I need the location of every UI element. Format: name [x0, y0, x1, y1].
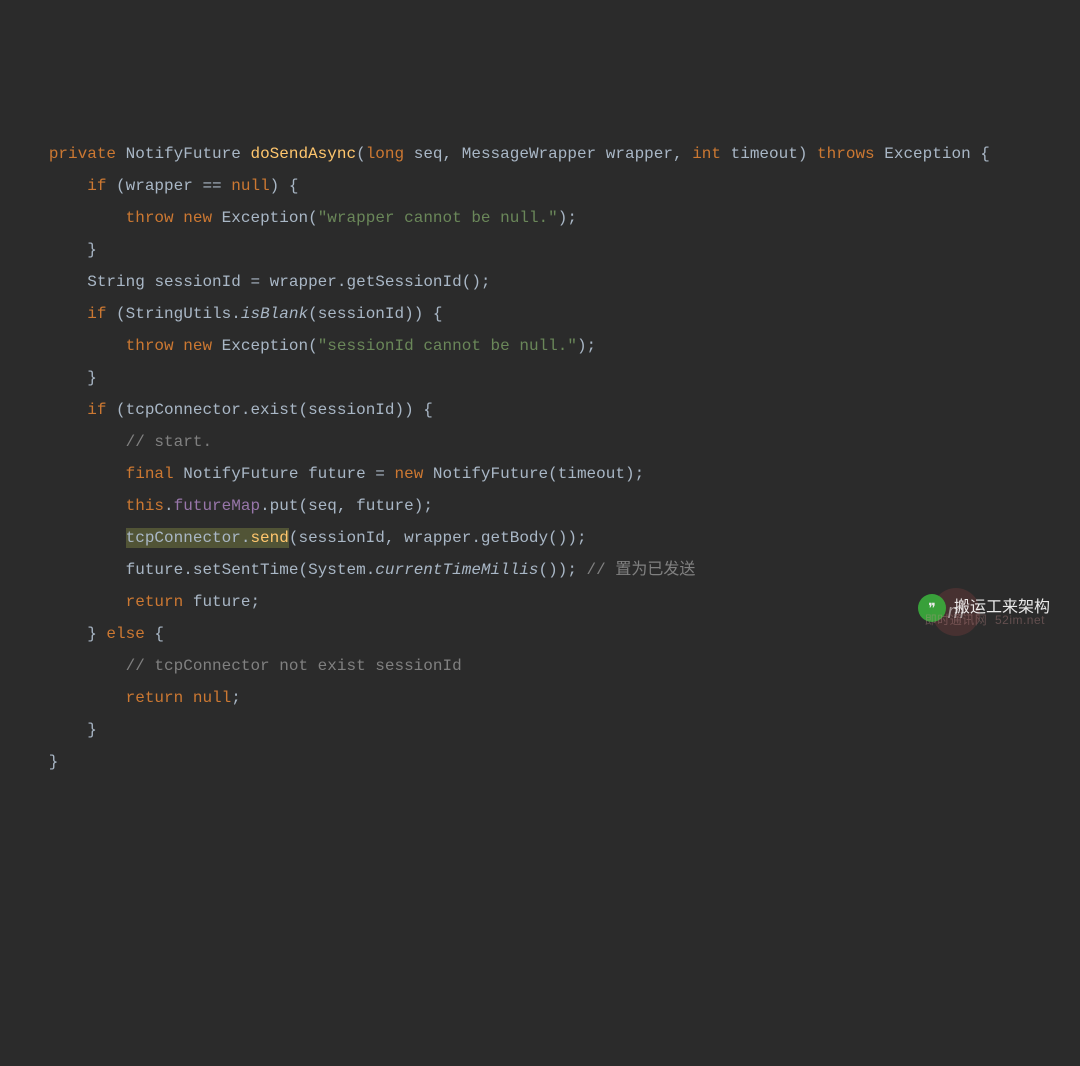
keyword-private: private: [49, 145, 116, 163]
code-line: private NotifyFuture doSendAsync(long se…: [20, 145, 990, 163]
code-line: // start.: [20, 433, 212, 451]
code-line: final NotifyFuture future = new NotifyFu…: [20, 465, 644, 483]
string-literal: "sessionId cannot be null.": [318, 337, 577, 355]
string-literal: "wrapper cannot be null.": [318, 209, 558, 227]
comment: // tcpConnector not exist sessionId: [126, 657, 462, 675]
comment: // 置为已发送: [587, 561, 696, 579]
code-editor[interactable]: private NotifyFuture doSendAsync(long se…: [20, 138, 1080, 778]
code-line: tcpConnector.send(sessionId, wrapper.get…: [20, 528, 587, 548]
code-line: if (tcpConnector.exist(sessionId)) {: [20, 401, 433, 419]
code-line: return future;: [20, 593, 260, 611]
code-line: this.futureMap.put(seq, future);: [20, 497, 433, 515]
code-line: }: [20, 721, 97, 739]
method-name: doSendAsync: [250, 145, 356, 163]
code-line: if (wrapper == null) {: [20, 177, 298, 195]
code-line: throw new Exception("wrapper cannot be n…: [20, 209, 577, 227]
code-line: String sessionId = wrapper.getSessionId(…: [20, 273, 491, 291]
code-line: // tcpConnector not exist sessionId: [20, 657, 462, 675]
highlighted-code: tcpConnector.send: [126, 528, 289, 548]
code-line: if (StringUtils.isBlank(sessionId)) {: [20, 305, 443, 323]
code-line: throw new Exception("sessionId cannot be…: [20, 337, 596, 355]
comment: // start.: [126, 433, 212, 451]
watermark-source: 即时通讯网 52im.net: [925, 608, 1045, 632]
code-line: }: [20, 753, 58, 771]
code-line: }: [20, 241, 97, 259]
code-line: return null;: [20, 689, 241, 707]
code-line: }: [20, 369, 97, 387]
code-line: future.setSentTime(System.currentTimeMil…: [20, 561, 695, 579]
code-line: } else {: [20, 625, 164, 643]
